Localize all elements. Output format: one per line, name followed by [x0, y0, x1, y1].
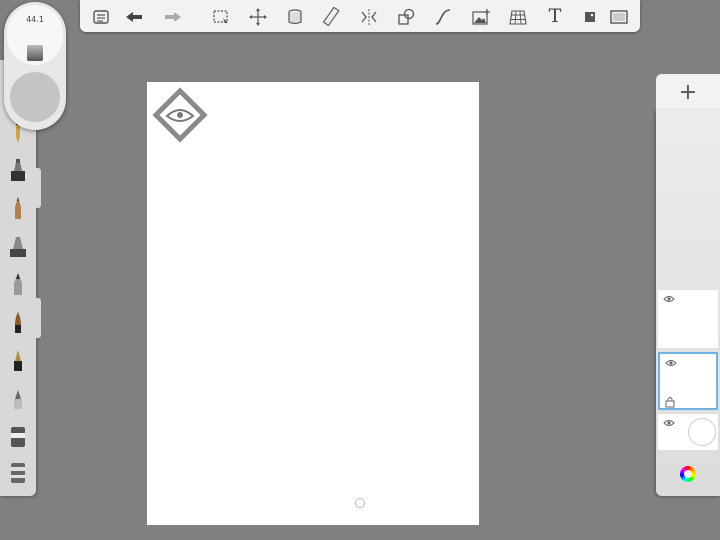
background-color-swatch[interactable]	[688, 418, 716, 446]
color-opacity-control[interactable]	[10, 72, 60, 122]
eye-icon[interactable]	[663, 294, 675, 304]
text-icon[interactable]: T	[544, 5, 566, 27]
paintbrush-brush-icon[interactable]	[6, 308, 30, 336]
canvas-marker-icon	[355, 498, 365, 508]
selection-icon[interactable]	[210, 6, 232, 28]
brush-preview-icon	[27, 45, 43, 61]
layer-lock-icon[interactable]	[665, 396, 675, 408]
eye-icon[interactable]	[665, 358, 677, 368]
ink-pen-brush-icon[interactable]	[6, 232, 30, 260]
color-wheel-icon[interactable]	[680, 466, 696, 482]
brush-panel-tab-top[interactable]	[36, 168, 41, 208]
fill-icon[interactable]	[284, 6, 306, 28]
airbrush-brush-icon[interactable]	[6, 194, 30, 222]
add-layer-button[interactable]: +	[656, 74, 720, 110]
redo-icon[interactable]	[162, 6, 184, 28]
background-layer[interactable]	[658, 414, 718, 450]
fountain-pen-brush-icon[interactable]	[6, 346, 30, 374]
stroke-icon[interactable]	[432, 6, 454, 28]
ballpoint-brush-icon[interactable]	[6, 270, 30, 298]
crop-icon[interactable]	[579, 6, 601, 28]
layer-1[interactable]	[658, 290, 718, 348]
layer-2-selected[interactable]	[658, 352, 718, 410]
layer-panel	[656, 110, 720, 496]
brush-size-control[interactable]: 44.1	[7, 5, 63, 65]
fullscreen-icon[interactable]	[608, 6, 630, 28]
eye-icon[interactable]	[663, 418, 675, 428]
ruler-icon[interactable]	[321, 6, 343, 28]
undo-icon[interactable]	[123, 6, 145, 28]
brush-panel-tab-bottom[interactable]	[36, 298, 41, 338]
marker-brush-icon[interactable]	[6, 156, 30, 184]
transform-icon[interactable]	[247, 6, 269, 28]
smudge-brush-icon[interactable]	[6, 458, 30, 486]
symmetry-icon[interactable]	[358, 6, 380, 28]
app-logo-sketch	[152, 87, 208, 143]
shapes-icon[interactable]	[395, 6, 417, 28]
image-icon[interactable]	[470, 6, 492, 28]
eraser-brush-icon[interactable]	[6, 422, 30, 450]
main-toolbar: T	[80, 0, 640, 32]
brush-puck[interactable]: 44.1	[4, 2, 66, 130]
drawing-canvas[interactable]	[147, 82, 479, 525]
brush-size-value: 44.1	[26, 15, 44, 24]
perspective-icon[interactable]	[507, 6, 529, 28]
soft-eraser-brush-icon[interactable]	[6, 384, 30, 412]
menu-icon[interactable]	[90, 6, 112, 28]
